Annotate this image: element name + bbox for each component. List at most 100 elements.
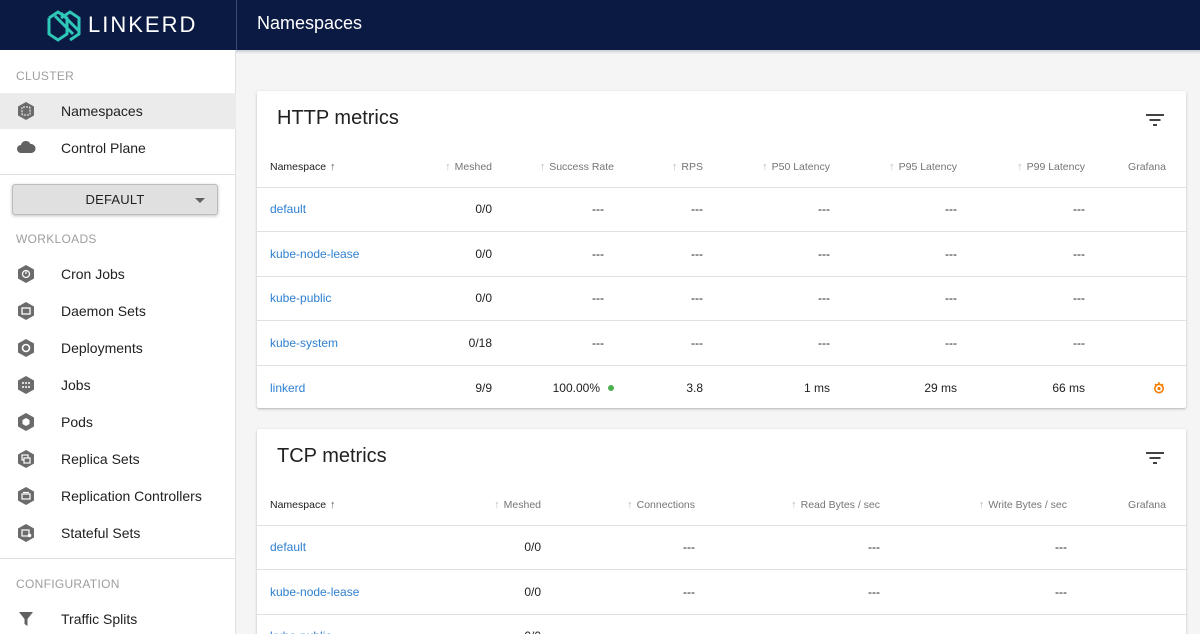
sidebar-item-traffic-splits[interactable]: Traffic Splits [0, 601, 236, 634]
p99-cell: --- [957, 187, 1085, 232]
sidebar-item-pods[interactable]: Pods [0, 404, 236, 440]
sort-arrow-icon: ↑ [539, 160, 546, 173]
chevron-down-icon [195, 198, 205, 203]
column-header-namespace[interactable]: Namespace ↑ [257, 147, 397, 188]
sidebar-item-daemon-sets[interactable]: Daemon Sets [0, 293, 236, 329]
read-bytes-cell: --- [695, 525, 880, 570]
column-header-p99[interactable]: ↑ P99 Latency [957, 147, 1085, 188]
success-status-dot [608, 385, 614, 392]
connections-cell: --- [541, 569, 695, 615]
sort-arrow-up-icon: ↑ [330, 498, 336, 511]
p95-cell: --- [830, 276, 957, 321]
success-rate-cell: --- [492, 320, 626, 366]
sort-arrow-icon: ↑ [889, 160, 895, 173]
grafana-cell [1085, 320, 1186, 366]
column-header-read-bytes[interactable]: ↑ Read Bytes / sec [695, 485, 880, 526]
table-header-row: Namespace ↑ ↑ Meshed ↑ Connections ↑ Read By… [257, 485, 1186, 526]
column-header-namespace[interactable]: Namespace ↑ [257, 485, 397, 526]
read-bytes-cell: --- [695, 569, 880, 615]
grafana-cell [1085, 187, 1186, 232]
column-header-grafana: Grafana [1085, 147, 1186, 188]
rps-cell: --- [626, 231, 703, 277]
http-metrics-card: HTTP metrics Namespace ↑ ↑ Meshed ↑ Success… [257, 91, 1186, 408]
sidebar-item-namespaces[interactable]: Namespaces [0, 93, 236, 129]
job-icon [16, 375, 36, 395]
p95-cell: --- [830, 231, 957, 277]
configuration-section-label: CONFIGURATION [16, 577, 120, 591]
sidebar-item-jobs[interactable]: Jobs [0, 367, 236, 403]
column-header-p95[interactable]: ↑ P95 Latency [830, 147, 957, 188]
namespace-link[interactable]: default [270, 540, 306, 554]
grafana-cell [1085, 231, 1186, 277]
cloud-icon [16, 138, 36, 158]
meshed-cell: 0/0 [397, 187, 492, 232]
table-header-row: Namespace ↑ ↑ Meshed ↑ Success Rate ↑ RPS ↑ P… [257, 147, 1186, 188]
statefulset-icon [16, 523, 36, 543]
filter-list-icon[interactable] [1146, 451, 1164, 465]
namespace-select[interactable]: DEFAULT [12, 184, 218, 215]
sidebar-divider [0, 174, 236, 175]
grafana-cell [1067, 525, 1186, 570]
namespace-link[interactable]: kube-public [270, 629, 331, 634]
brand[interactable]: LINKERD [0, 0, 236, 50]
sidebar-item-control-plane[interactable]: Control Plane [0, 130, 236, 166]
namespace-link[interactable]: kube-node-lease [270, 247, 359, 261]
p50-cell: --- [703, 320, 830, 366]
write-bytes-cell: --- [880, 614, 1067, 634]
filter-list-icon[interactable] [1146, 113, 1164, 127]
sidebar-item-label: Replication Controllers [61, 488, 202, 504]
success-rate-value: 100.00% [552, 380, 600, 395]
p95-cell: --- [830, 187, 957, 232]
sort-arrow-icon: ↑ [1017, 160, 1023, 173]
namespace-link[interactable]: kube-system [270, 336, 338, 350]
sidebar-item-label: Daemon Sets [61, 303, 146, 319]
sort-arrow-icon: ↑ [791, 498, 797, 511]
column-header-success-rate[interactable]: ↑ Success Rate [492, 147, 626, 188]
meshed-cell: 0/18 [397, 320, 492, 366]
cronjob-icon [16, 264, 36, 284]
sidebar-item-replica-sets[interactable]: Replica Sets [0, 441, 236, 477]
sort-arrow-icon: ↑ [978, 498, 985, 511]
sidebar-divider [0, 558, 236, 559]
column-header-grafana: Grafana [1067, 485, 1186, 526]
table-row: linkerd 9/9 100.00% 3.8 1 ms 29 ms 66 ms [257, 365, 1186, 410]
sidebar-item-label: Stateful Sets [61, 525, 141, 541]
read-bytes-cell: --- [695, 614, 880, 634]
column-header-connections[interactable]: ↑ Connections [541, 485, 695, 526]
sidebar-item-label: Traffic Splits [61, 611, 138, 627]
table-row: kube-node-lease 0/0 --- --- --- --- --- [257, 231, 1186, 277]
top-app-bar: LINKERD Namespaces [0, 0, 1200, 50]
sort-arrow-up-icon: ↑ [330, 160, 336, 173]
sidebar-item-cron-jobs[interactable]: Cron Jobs [0, 256, 236, 292]
sidebar-item-stateful-sets[interactable]: Stateful Sets [0, 515, 236, 551]
column-header-meshed[interactable]: ↑ Meshed [397, 147, 492, 188]
p50-cell: 1 ms [803, 380, 830, 395]
p50-cell: --- [703, 276, 830, 321]
meshed-cell: 0/0 [397, 525, 541, 570]
meshed-cell: 9/9 [475, 380, 492, 395]
grafana-icon[interactable] [1152, 381, 1166, 395]
column-header-meshed[interactable]: ↑ Meshed [397, 485, 541, 526]
column-header-rps[interactable]: ↑ RPS [626, 147, 703, 188]
namespace-icon [16, 101, 36, 121]
sort-arrow-icon: ↑ [445, 160, 451, 173]
namespace-link[interactable]: linkerd [270, 381, 305, 395]
namespace-link[interactable]: kube-node-lease [270, 585, 359, 599]
sidebar-item-replication-controllers[interactable]: Replication Controllers [0, 478, 236, 514]
p95-cell: 29 ms [924, 380, 957, 395]
sidebar-item-label: Pods [61, 414, 93, 430]
sidebar: CLUSTER Namespaces Control Plane DEFAULT… [0, 50, 236, 634]
p99-cell: --- [957, 320, 1085, 366]
grafana-cell [1085, 365, 1186, 410]
rps-cell: --- [626, 276, 703, 321]
namespace-link[interactable]: kube-public [270, 291, 331, 305]
success-rate-cell: 100.00% [492, 365, 626, 410]
column-header-write-bytes[interactable]: ↑ Write Bytes / sec [880, 485, 1067, 526]
http-metrics-title: HTTP metrics [277, 107, 399, 129]
column-header-p50[interactable]: ↑ P50 Latency [703, 147, 830, 188]
rps-cell: --- [626, 187, 703, 232]
namespace-link[interactable]: default [270, 202, 306, 216]
p95-cell: --- [830, 320, 957, 366]
tcp-metrics-table: Namespace ↑ ↑ Meshed ↑ Connections ↑ Read By… [257, 485, 1186, 634]
sidebar-item-deployments[interactable]: Deployments [0, 330, 236, 366]
